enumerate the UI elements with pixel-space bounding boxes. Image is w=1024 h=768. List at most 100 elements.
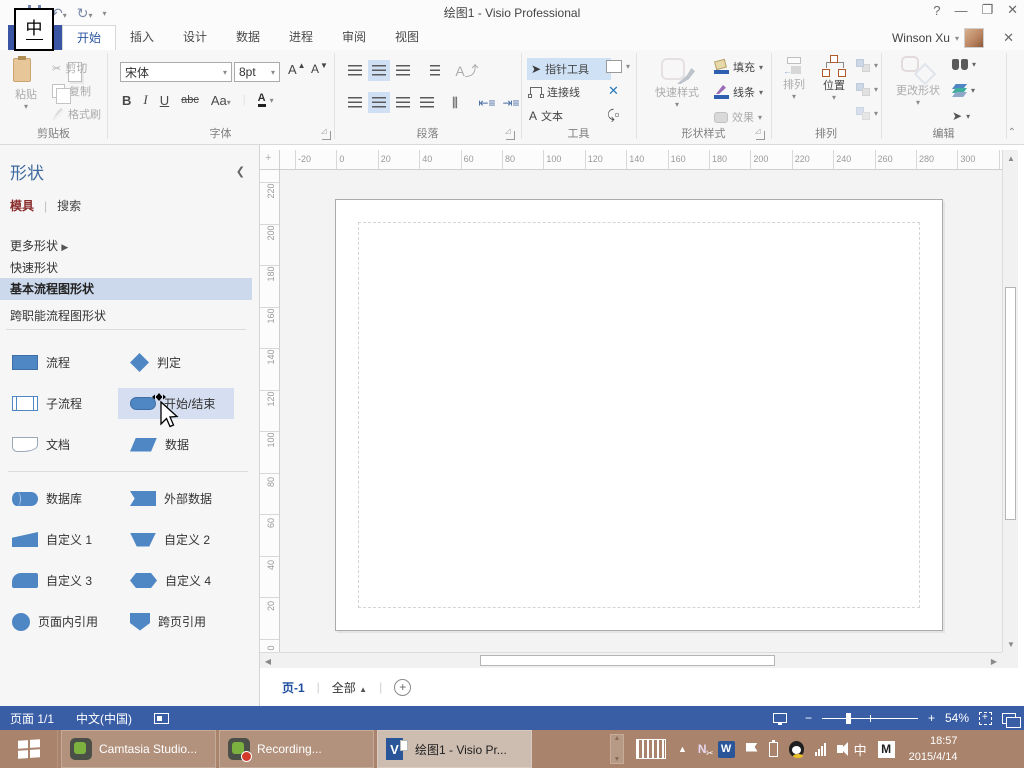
- align-right-button[interactable]: [392, 92, 414, 113]
- bullets-button[interactable]: [424, 60, 446, 81]
- decrease-indent-button[interactable]: ⇤≡: [476, 92, 498, 113]
- customize-qat-icon[interactable]: ▾: [103, 9, 107, 18]
- shape-on-page-reference[interactable]: 页面内引用: [0, 606, 112, 637]
- qq-icon[interactable]: [788, 741, 804, 758]
- bold-button[interactable]: B: [122, 93, 131, 108]
- effects-button[interactable]: 效果 ▾: [714, 109, 762, 125]
- account-dropdown-icon[interactable]: ▾: [955, 34, 959, 43]
- tab-insert[interactable]: 插入: [116, 25, 168, 50]
- help-icon[interactable]: ?: [933, 3, 940, 18]
- start-button[interactable]: [0, 730, 58, 768]
- change-case-button[interactable]: Aa▾: [211, 93, 231, 108]
- shape-custom-4[interactable]: 自定义 4: [118, 565, 234, 596]
- change-shape-button[interactable]: 更改形状 ▾: [890, 56, 946, 107]
- align-shapes-button[interactable]: ← 排列 ▾: [776, 56, 812, 101]
- font-size-combo[interactable]: 8pt ▾: [234, 62, 280, 82]
- shape-external-data[interactable]: 外部数据: [118, 483, 234, 514]
- justify-button[interactable]: [416, 92, 438, 113]
- scroll-left-icon[interactable]: ◀: [260, 653, 276, 669]
- paragraph-dialog-launcher-icon[interactable]: [505, 127, 515, 140]
- tab-data[interactable]: 数据: [222, 25, 274, 50]
- snip-tool-icon[interactable]: N: [698, 742, 713, 759]
- scroll-down-icon[interactable]: ▼: [1003, 636, 1019, 652]
- bring-forward-button[interactable]: ▾: [856, 59, 878, 72]
- zoom-slider-thumb[interactable]: [845, 712, 851, 724]
- quick-shapes-link[interactable]: 快速形状: [10, 259, 58, 276]
- tab-process[interactable]: 进程: [275, 25, 327, 50]
- tab-search[interactable]: 搜索: [57, 197, 81, 214]
- quick-styles-button[interactable]: 快速样式 ▾: [648, 56, 706, 109]
- battery-icon[interactable]: [768, 739, 778, 757]
- align-left-button[interactable]: [344, 92, 366, 113]
- text-direction-button[interactable]: ⫼: [444, 92, 466, 113]
- font-color-dropdown-icon[interactable]: ▾: [270, 96, 274, 105]
- ime-indicator[interactable]: 中: [14, 8, 54, 51]
- select-button[interactable]: ➤ ▾: [952, 109, 970, 123]
- text-rotate-button[interactable]: A⤴: [455, 60, 478, 81]
- rectangle-tool-button[interactable]: ▾: [606, 60, 630, 73]
- italic-button[interactable]: I: [143, 92, 147, 108]
- align-bottom-button[interactable]: [392, 60, 414, 81]
- taskbar-scroll-control[interactable]: ▲ ▼: [610, 734, 624, 764]
- find-button[interactable]: ▾: [952, 59, 976, 70]
- send-backward-button[interactable]: ▾: [856, 83, 878, 96]
- shape-process[interactable]: 流程: [0, 347, 112, 378]
- presentation-mode-icon[interactable]: [772, 713, 787, 725]
- restore-icon[interactable]: ❐: [981, 2, 993, 18]
- close-icon[interactable]: ✕: [1007, 2, 1018, 18]
- shape-custom-2[interactable]: 自定义 2: [118, 524, 234, 555]
- shape-custom-3[interactable]: 自定义 3: [0, 565, 112, 596]
- fit-page-icon[interactable]: [979, 711, 992, 725]
- shape-off-page-reference[interactable]: 跨页引用: [118, 606, 234, 637]
- fill-button[interactable]: 填充 ▾: [714, 58, 763, 75]
- tab-design[interactable]: 设计: [169, 25, 221, 50]
- scroll-up-icon[interactable]: ▲: [1003, 150, 1019, 166]
- show-hidden-icons-icon[interactable]: ▲: [678, 744, 687, 754]
- all-pages-button[interactable]: 全部 ▲: [332, 679, 367, 696]
- tab-home[interactable]: 开始: [62, 25, 117, 50]
- touch-mode-icon[interactable]: ↻▾: [77, 5, 93, 22]
- drawing-surface[interactable]: [280, 170, 1002, 652]
- drawing-page[interactable]: [335, 199, 943, 631]
- font-name-combo[interactable]: 宋体 ▾: [120, 62, 232, 82]
- minimize-icon[interactable]: —: [954, 3, 967, 18]
- tab-stencils[interactable]: 模具: [10, 197, 34, 214]
- underline-button[interactable]: U: [160, 93, 169, 108]
- shrink-font-button[interactable]: A ▼: [311, 61, 328, 77]
- vertical-scroll-thumb[interactable]: [1005, 287, 1016, 520]
- align-top-button[interactable]: [344, 60, 366, 81]
- shape-custom-1[interactable]: 自定义 1: [0, 524, 112, 555]
- zoom-in-button[interactable]: +: [928, 711, 935, 725]
- account-area[interactable]: Winson Xu ▾: [892, 28, 984, 48]
- tab-view[interactable]: 视图: [381, 25, 433, 50]
- text-tool-button[interactable]: A 文本: [529, 108, 563, 124]
- close-document-icon[interactable]: ✕: [1003, 30, 1014, 46]
- format-painter-button[interactable]: 格式刷: [52, 106, 101, 122]
- align-center-button[interactable]: [368, 92, 390, 113]
- word-icon[interactable]: W: [717, 740, 735, 758]
- stencil-cross-functional[interactable]: 跨职能流程图形状: [10, 307, 106, 324]
- page-indicator[interactable]: 页面 1/1: [10, 710, 54, 727]
- layers-button[interactable]: ▾: [952, 84, 975, 97]
- language-indicator[interactable]: 中文(中国): [76, 710, 132, 727]
- shape-decision[interactable]: 判定: [118, 347, 234, 378]
- shape-document[interactable]: 文档: [0, 429, 112, 460]
- stencil-basic-flowchart[interactable]: 基本流程图形状: [0, 278, 252, 300]
- connector-tool-button[interactable]: 连接线: [528, 84, 580, 100]
- font-dialog-launcher-icon[interactable]: [321, 127, 331, 140]
- panel-collapse-icon[interactable]: ❮: [236, 165, 245, 178]
- tab-review[interactable]: 审阅: [328, 25, 380, 50]
- switch-windows-icon[interactable]: [1002, 712, 1021, 728]
- macro-record-icon[interactable]: [154, 712, 170, 724]
- more-shapes-link[interactable]: 更多形状 ▶: [10, 237, 68, 254]
- transform-tool-icon[interactable]: ⤹▫: [607, 107, 619, 123]
- vertical-scrollbar[interactable]: ▲ ▼: [1002, 150, 1018, 652]
- taskbar-button-recording[interactable]: Recording...: [219, 730, 374, 768]
- collapse-ribbon-icon[interactable]: ⌃: [1008, 127, 1016, 138]
- zoom-slider[interactable]: [821, 712, 918, 724]
- cut-button[interactable]: ✂ 剪切: [52, 60, 87, 76]
- zoom-out-button[interactable]: −: [805, 711, 812, 725]
- line-button[interactable]: 线条 ▾: [714, 84, 763, 100]
- pointer-tool-button[interactable]: ➤ 指针工具: [527, 58, 611, 80]
- taskbar-clock[interactable]: 18:57 2015/4/14: [909, 730, 958, 768]
